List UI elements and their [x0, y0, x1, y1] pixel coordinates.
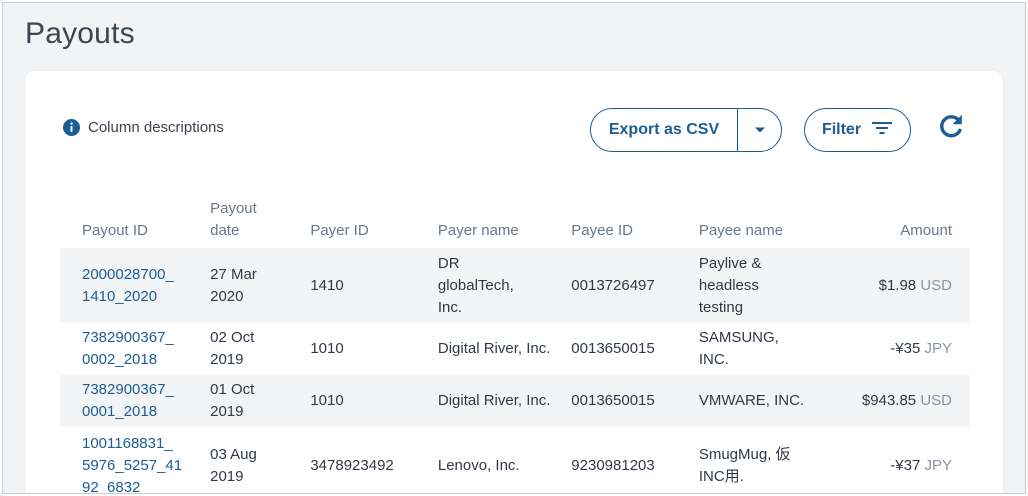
payout-id-text[interactable]: 2000028700_ 1410_2020: [82, 266, 174, 305]
payee-name-cell: VMWARE, INC.: [698, 375, 823, 427]
payout-id-text[interactable]: 7382900367_ 0001_2018: [82, 381, 174, 420]
payouts-card: Column descriptions Export as CSV Filter: [25, 71, 1003, 493]
currency-code: USD: [920, 276, 952, 294]
payout-id-link[interactable]: 2000028700_ 1410_2020: [60, 248, 211, 323]
payee-name-cell: Paylive & headless testing: [698, 248, 823, 323]
payee-name-cell: SmugMug, 仮 INC用.: [698, 446, 791, 485]
column-header-amount[interactable]: Amount: [822, 197, 970, 248]
payout-date-cell: 03 Aug 2019: [210, 446, 257, 485]
payer-id-cell: 3478923492: [310, 457, 394, 474]
amount-value: -¥35: [890, 340, 921, 357]
payout-id-text[interactable]: 7382900367_ 0002_2018: [82, 329, 174, 368]
column-header-payee-name[interactable]: Payee name: [699, 197, 823, 248]
refresh-button[interactable]: [936, 113, 966, 143]
currency-code: JPY: [924, 457, 952, 474]
payout-id-link[interactable]: 7382900367_ 0002_2018: [60, 323, 210, 375]
payer-name-cell: DR globalTech, Inc.: [437, 248, 572, 323]
payout-id-link[interactable]: 7382900367_ 0001_2018: [60, 375, 211, 427]
export-dropdown-button[interactable]: [738, 109, 781, 151]
payer-name-cell: Digital River, Inc.: [437, 375, 572, 427]
info-icon: [63, 119, 80, 136]
filter-button[interactable]: Filter: [804, 108, 911, 152]
payer-id-cell: 1010: [310, 375, 438, 427]
table-row[interactable]: 2000028700_ 1410_2020 27 Mar 2020 1410 D…: [60, 248, 970, 323]
amount-value: $1.98: [878, 276, 917, 294]
table-row[interactable]: 1001168831_ 5976_5257_41 92_6832 03 Aug …: [60, 427, 970, 493]
export-split-button: Export as CSV: [590, 108, 782, 152]
payee-id-cell: 0013726497: [571, 248, 699, 323]
payee-name-cell: SAMSUNG, INC.: [698, 329, 779, 368]
payout-date-cell: 01 Oct 2019: [210, 375, 311, 427]
payer-id-cell: 1410: [310, 248, 438, 323]
column-header-payer-id[interactable]: Payer ID: [310, 197, 438, 248]
caret-down-icon: [754, 121, 766, 139]
payout-date-cell: 02 Oct 2019: [210, 329, 255, 368]
column-descriptions-label: Column descriptions: [88, 119, 224, 136]
amount-cell: $1.98 USD: [822, 248, 970, 323]
app-frame: Payouts Column descriptions Export as CS…: [2, 2, 1026, 494]
column-descriptions-link[interactable]: Column descriptions: [63, 119, 224, 136]
payer-name-cell: Lenovo, Inc.: [437, 457, 520, 474]
payout-id-text[interactable]: 1001168831_ 5976_5257_41 92_6832: [82, 435, 182, 493]
refresh-icon: [937, 112, 965, 145]
amount-cell: $943.85 USD: [822, 375, 970, 427]
payee-id-cell: 0013650015: [571, 375, 699, 427]
column-header-payout-id[interactable]: Payout ID: [60, 197, 210, 248]
payout-date-cell: 27 Mar 2020: [210, 248, 311, 323]
table-row[interactable]: 7382900367_ 0002_2018 02 Oct 2019 1010 D…: [60, 323, 970, 375]
table-row[interactable]: 7382900367_ 0001_2018 01 Oct 2019 1010 D…: [60, 375, 970, 427]
export-csv-button[interactable]: Export as CSV: [591, 109, 737, 151]
currency-code: USD: [920, 392, 952, 409]
payee-id-cell: 9230981203: [571, 457, 655, 474]
filter-icon: [871, 120, 893, 141]
payer-id-cell: 1010: [310, 340, 344, 357]
payout-id-link[interactable]: 1001168831_ 5976_5257_41 92_6832: [60, 427, 210, 493]
column-header-payer-name[interactable]: Payer name: [438, 197, 571, 248]
amount-value: -¥37: [890, 457, 921, 474]
amount-cell: -¥37 JPY: [822, 427, 970, 493]
payee-id-cell: 0013650015: [571, 340, 655, 357]
amount-cell: -¥35 JPY: [822, 323, 970, 375]
column-header-payee-id[interactable]: Payee ID: [571, 197, 699, 248]
payer-name-cell: Digital River, Inc.: [437, 340, 551, 357]
payouts-table: Payout ID Payout date Payer ID Payer nam…: [60, 197, 970, 493]
column-header-payout-date[interactable]: Payout date: [210, 197, 310, 248]
amount-value: $943.85: [861, 392, 917, 409]
filter-label: Filter: [821, 121, 862, 138]
currency-code: JPY: [924, 340, 952, 357]
table-header-row: Payout ID Payout date Payer ID Payer nam…: [60, 197, 970, 248]
page-title: Payouts: [25, 17, 135, 50]
